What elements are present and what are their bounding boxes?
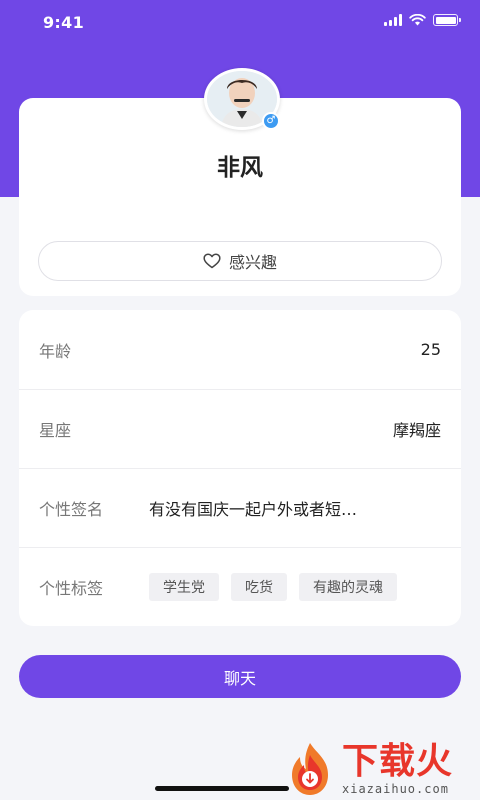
wifi-icon	[409, 14, 426, 26]
info-key: 个性签名	[39, 500, 104, 519]
info-key: 年龄	[39, 341, 72, 361]
male-gender-icon: ♂	[262, 112, 280, 130]
tag: 有趣的灵魂	[299, 573, 397, 601]
info-card: 年龄 25 星座 摩羯座 个性签名 有没有国庆一起户外或者短… 个性标签 学生党…	[19, 310, 461, 626]
interest-button-label: 感兴趣	[228, 253, 277, 272]
status-time: 9:41	[43, 13, 84, 32]
avatar-container: ♂	[204, 68, 280, 130]
watermark-title: 下载火	[342, 740, 454, 782]
tag: 吃货	[231, 573, 287, 601]
status-bar: 9:41	[0, 0, 480, 44]
watermark-url: xiazaihuo.com	[342, 781, 449, 796]
cellular-signal-icon	[384, 14, 402, 26]
battery-icon	[433, 14, 461, 26]
info-value: 有没有国庆一起户外或者短…	[149, 500, 358, 519]
flame-logo-icon	[292, 742, 328, 795]
info-value: 摩羯座	[392, 421, 441, 440]
info-row-signature: 个性签名 有没有国庆一起户外或者短…	[19, 468, 461, 547]
info-row-zodiac: 星座 摩羯座	[19, 389, 461, 468]
chat-button[interactable]: 聊天	[19, 655, 461, 698]
info-value: 25	[420, 340, 441, 359]
info-row-tags: 个性标签 学生党 吃货 有趣的灵魂	[19, 547, 461, 626]
watermark: 下载火 xiazaihuo.com	[282, 737, 480, 800]
tag: 学生党	[149, 573, 219, 601]
info-row-age: 年龄 25	[19, 310, 461, 389]
info-key: 个性标签	[39, 579, 104, 598]
home-indicator	[155, 786, 289, 791]
heart-icon	[203, 253, 221, 269]
status-icons	[384, 14, 461, 26]
nickname: 非风	[217, 155, 263, 181]
tag-list: 学生党 吃货 有趣的灵魂	[149, 573, 397, 601]
info-key: 星座	[39, 421, 72, 440]
interest-button[interactable]: 感兴趣	[38, 241, 442, 281]
